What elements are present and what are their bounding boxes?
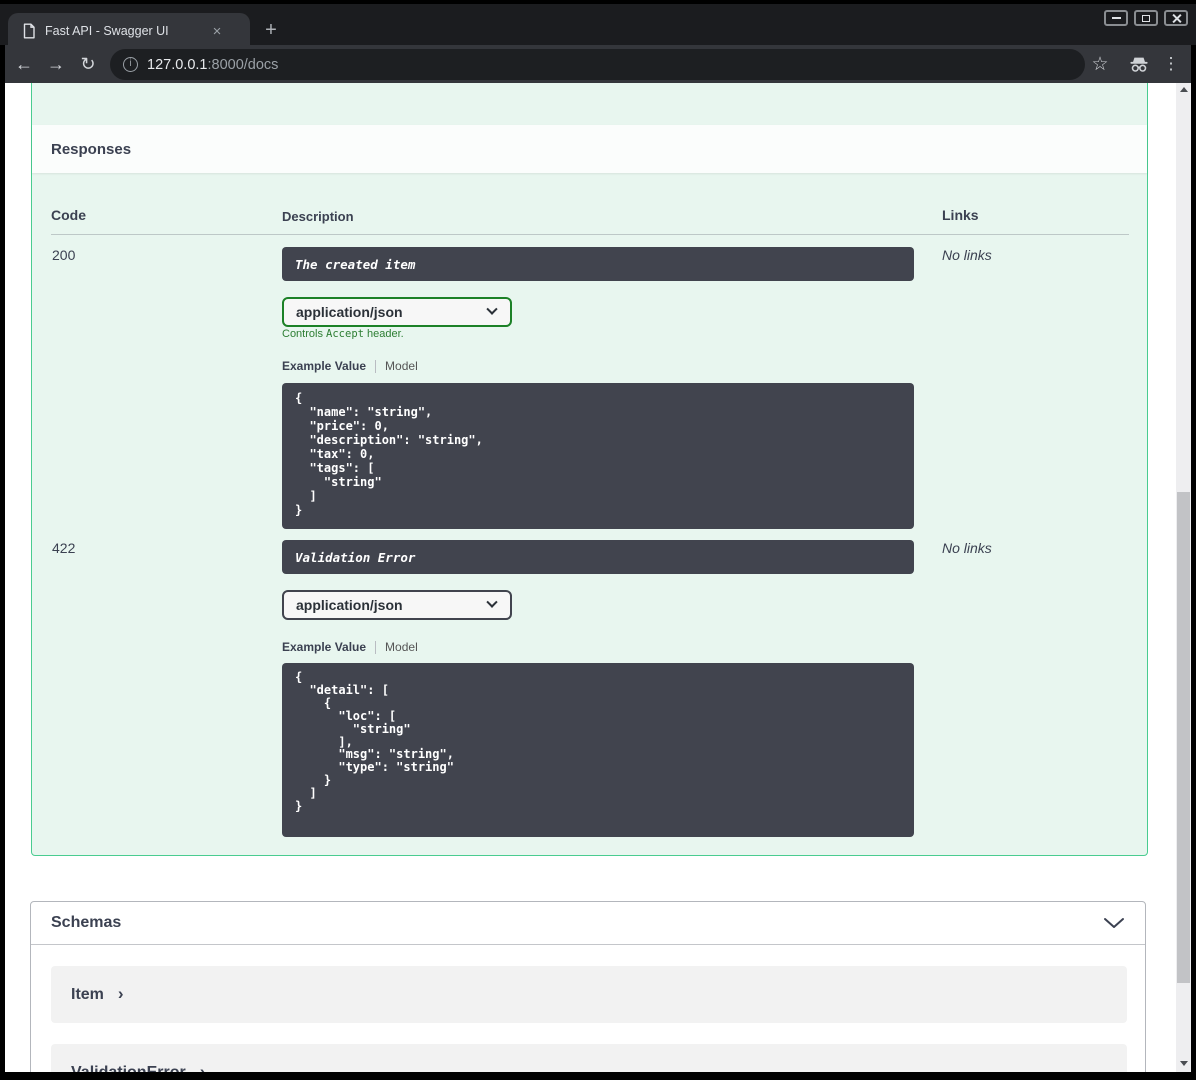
responses-table-header-description: Description — [282, 209, 354, 224]
page-icon — [23, 23, 35, 39]
responses-table-divider — [51, 234, 1129, 235]
window-controls — [1104, 10, 1188, 26]
opblock-post: Responses Code Description Links 200 The… — [31, 83, 1148, 856]
browser-tab[interactable]: Fast API - Swagger UI × — [8, 13, 250, 49]
model-name: ValidationError — [71, 1063, 186, 1073]
model-name: Item — [71, 985, 104, 1003]
tab-model[interactable]: Model — [385, 640, 418, 654]
url-path: :8000/docs — [207, 56, 279, 73]
window-frame-right — [1191, 0, 1196, 1080]
chevron-down-icon — [486, 303, 498, 315]
close-button[interactable] — [1164, 10, 1188, 26]
example-json-422-text: { "detail": [ { "loc": [ "string" ], "ms… — [295, 670, 454, 814]
incognito-icon[interactable] — [1126, 45, 1152, 83]
response-200-description-text: The created item — [295, 256, 416, 272]
responses-section-header: Responses — [32, 125, 1147, 173]
media-type-value-200: application/json — [296, 304, 403, 320]
tab-example-value[interactable]: Example Value — [282, 359, 366, 373]
url-text: 127.0.0.1:8000/docs — [147, 57, 278, 73]
tab-example-value[interactable]: Example Value — [282, 640, 366, 654]
nav-buttons: ← → ↻ — [8, 45, 104, 83]
scrollbar-thumb[interactable] — [1177, 492, 1190, 983]
chevron-down-icon — [486, 596, 498, 608]
response-422-description-text: Validation Error — [295, 549, 416, 565]
media-type-select-200[interactable]: application/json — [282, 297, 512, 327]
incognito-glyph — [1130, 57, 1148, 72]
page-scrollbar[interactable] — [1176, 83, 1191, 1072]
note-accept-code: Accept — [326, 328, 364, 340]
response-code-422: 422 — [52, 540, 76, 556]
back-icon[interactable]: ← — [8, 45, 40, 83]
tab-title: Fast API - Swagger UI — [45, 24, 169, 38]
close-icon — [1172, 14, 1181, 23]
note-suffix: header. — [363, 328, 404, 340]
note-prefix: Controls — [282, 328, 327, 340]
schemas-header[interactable]: Schemas — [31, 902, 1145, 945]
address-bar[interactable]: i 127.0.0.1:8000/docs — [110, 49, 1085, 80]
example-model-tabs-422: Example Value Model — [282, 640, 418, 654]
minimize-icon — [1111, 17, 1121, 19]
schemas-title: Schemas — [51, 914, 122, 931]
browser-menu-icon[interactable]: ⋮ — [1162, 45, 1180, 83]
tab-model[interactable]: Model — [385, 359, 418, 373]
media-type-select-422[interactable]: application/json — [282, 590, 512, 620]
tab-close-icon[interactable]: × — [207, 23, 227, 40]
scroll-down-icon[interactable] — [1179, 1061, 1188, 1066]
titlebar: Fast API - Swagger UI × + — [0, 0, 1196, 49]
swagger-page: Responses Code Description Links 200 The… — [5, 83, 1176, 1072]
responses-table-header-links: Links — [942, 207, 979, 223]
tab-divider — [375, 640, 377, 654]
tab-divider — [375, 359, 377, 373]
maximize-button[interactable] — [1134, 10, 1158, 26]
minimize-button[interactable] — [1104, 10, 1128, 26]
links-cell-422: No links — [942, 540, 992, 556]
maximize-icon — [1142, 14, 1150, 22]
response-code-200: 200 — [52, 247, 76, 263]
chevron-right-icon: › — [199, 1061, 206, 1073]
example-json-422: { "detail": [ { "loc": [ "string" ], "ms… — [282, 663, 914, 837]
response-422-description: Validation Error — [282, 540, 914, 574]
window-frame-bottom — [0, 1072, 1196, 1080]
example-json-200-text: { "name": "string", "price": 0, "descrip… — [295, 391, 483, 517]
controls-accept-note: Controls Accept header. — [282, 328, 404, 340]
links-cell-200: No links — [942, 247, 992, 263]
forward-icon[interactable]: → — [40, 45, 72, 83]
new-tab-button[interactable]: + — [258, 17, 284, 43]
model-card-validationerror[interactable]: ValidationError › — [51, 1044, 1127, 1072]
responses-title: Responses — [51, 140, 132, 158]
browser-toolbar: ← → ↻ i 127.0.0.1:8000/docs ☆ ⋮ — [5, 45, 1191, 83]
example-model-tabs-200: Example Value Model — [282, 359, 418, 373]
chevron-down-icon[interactable] — [1103, 917, 1125, 929]
response-200-description: The created item — [282, 247, 914, 281]
media-type-value-422: application/json — [296, 597, 403, 613]
model-card-item[interactable]: Item › — [51, 966, 1127, 1023]
example-json-200: { "name": "string", "price": 0, "descrip… — [282, 383, 914, 529]
schemas-section: Schemas Item › ValidationError › — [30, 901, 1146, 1072]
url-host: 127.0.0.1 — [147, 56, 208, 73]
site-info-icon[interactable]: i — [123, 57, 138, 72]
scroll-up-icon[interactable] — [1179, 87, 1188, 92]
bookmark-star-icon[interactable]: ☆ — [1089, 45, 1111, 83]
responses-table-header-code: Code — [51, 207, 86, 223]
chevron-right-icon: › — [117, 983, 124, 1003]
reload-icon[interactable]: ↻ — [72, 45, 104, 83]
